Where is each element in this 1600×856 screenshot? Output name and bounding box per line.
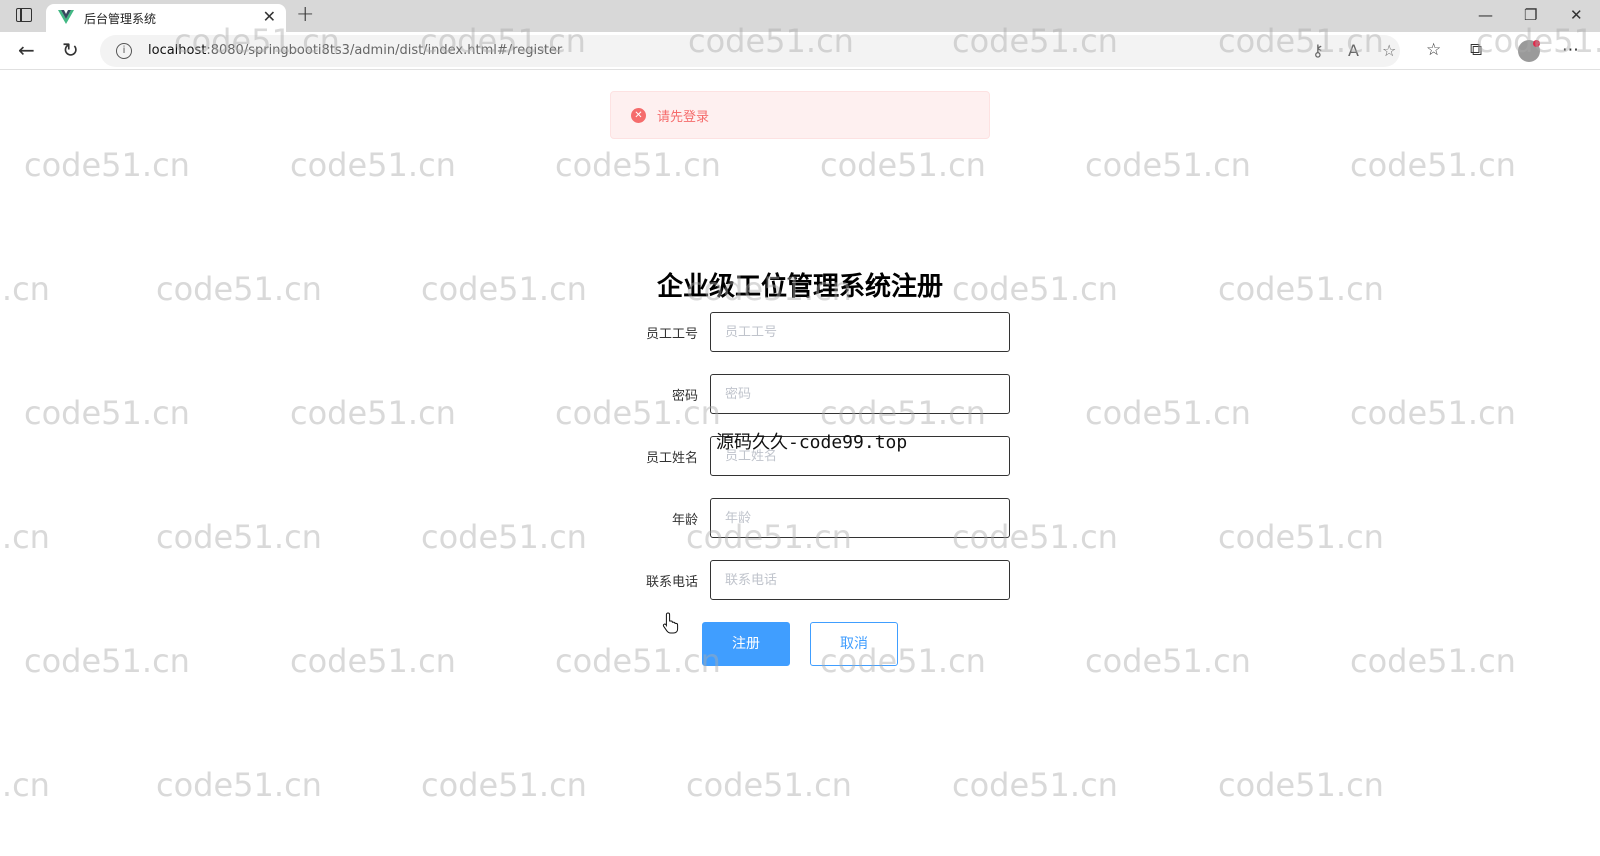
info-icon[interactable]: i xyxy=(116,43,132,59)
watermark: code51.cn xyxy=(555,146,721,184)
watermark: code51.cn xyxy=(555,642,721,680)
watermark: code51.cn xyxy=(0,766,50,804)
register-button[interactable]: 注册 xyxy=(702,622,790,666)
password-label: 密码 xyxy=(671,389,698,404)
more-menu-icon[interactable]: ⋯ xyxy=(1562,38,1579,62)
form-row-password: 密码 xyxy=(600,374,1020,414)
error-circle-icon: ✕ xyxy=(631,108,646,123)
watermark: code51.cn xyxy=(156,766,322,804)
watermark: code51.cn xyxy=(686,766,852,804)
form-row-phone: 联系电话 xyxy=(600,560,1020,600)
url-text[interactable]: localhost:8080/springbooti8ts3/admin/dis… xyxy=(148,43,562,58)
error-message: ✕ 请先登录 xyxy=(610,91,990,139)
employee-id-input[interactable] xyxy=(710,312,1010,352)
back-arrow-icon[interactable]: ← xyxy=(18,38,35,62)
browser-tab[interactable]: 后台管理系统 ✕ xyxy=(46,4,286,32)
new-tab-icon[interactable]: + xyxy=(296,3,314,27)
password-input[interactable] xyxy=(710,374,1010,414)
phone-label: 联系电话 xyxy=(645,575,698,590)
watermark: code51.cn xyxy=(1350,146,1516,184)
watermark: code51.cn xyxy=(24,394,190,432)
watermark: code51.cn xyxy=(290,394,456,432)
notification-dot xyxy=(1533,40,1540,47)
key-icon[interactable]: ⚷ xyxy=(1312,41,1324,61)
age-label: 年龄 xyxy=(671,513,698,528)
watermark: code51.cn xyxy=(952,270,1118,308)
watermark: code51.cn xyxy=(1085,394,1251,432)
form-row-age: 年龄 xyxy=(600,498,1020,538)
error-message-text: 请先登录 xyxy=(657,110,710,125)
read-aloud-icon[interactable]: A xyxy=(1348,41,1359,61)
minimize-icon[interactable]: — xyxy=(1478,4,1493,26)
cancel-button[interactable]: 取消 xyxy=(810,622,898,666)
form-row-employee-id: 员工工号 xyxy=(600,312,1020,352)
watermark: code51.cn xyxy=(421,766,587,804)
watermark: code51.cn xyxy=(1350,394,1516,432)
watermark: code51.cn xyxy=(421,270,587,308)
watermark: code51.cn xyxy=(0,270,50,308)
add-favorite-icon[interactable]: ☆ xyxy=(1382,41,1396,61)
collections-icon[interactable]: ⧉ xyxy=(1470,38,1482,62)
watermark: code51.cn xyxy=(820,146,986,184)
watermark: code51.cn xyxy=(1085,146,1251,184)
watermark: code51.cn xyxy=(421,518,587,556)
watermark: code51.cn xyxy=(1218,766,1384,804)
close-window-icon[interactable]: ✕ xyxy=(1570,4,1583,26)
browser-chrome: 后台管理系统 ✕ + — ❐ ✕ ← ↻ i localhost:8080/sp… xyxy=(0,0,1600,71)
watermark: code51.cn xyxy=(1218,518,1384,556)
watermark: code51.cn xyxy=(1085,642,1251,680)
tab-actions-icon[interactable] xyxy=(16,8,32,22)
employee-name-label: 员工姓名 xyxy=(645,451,698,466)
favorites-icon[interactable]: ☆ xyxy=(1426,38,1441,62)
watermark: code51.cn xyxy=(1350,642,1516,680)
watermark: code51.cn xyxy=(290,642,456,680)
watermark: code51.cn xyxy=(24,146,190,184)
tab-bar: 后台管理系统 ✕ + — ❐ ✕ xyxy=(0,0,1600,32)
watermark: code51.cn xyxy=(952,766,1118,804)
restore-icon[interactable]: ❐ xyxy=(1524,4,1537,26)
tab-title: 后台管理系统 xyxy=(84,12,157,26)
watermark: code51.cn xyxy=(156,270,322,308)
watermark: code51.cn xyxy=(24,642,190,680)
watermark: code51.cn xyxy=(0,518,50,556)
phone-input[interactable] xyxy=(710,560,1010,600)
overlay-watermark-text: 源码久久-code99.top xyxy=(716,432,908,453)
hand-cursor-icon xyxy=(662,612,679,634)
watermark: code51.cn xyxy=(290,146,456,184)
vue-logo-icon xyxy=(58,10,74,24)
reload-icon[interactable]: ↻ xyxy=(62,38,79,62)
close-tab-icon[interactable]: ✕ xyxy=(263,7,276,27)
watermark: code51.cn xyxy=(1218,270,1384,308)
age-input[interactable] xyxy=(710,498,1010,538)
page-title: 企业级工位管理系统注册 xyxy=(656,272,943,302)
url-box[interactable]: i localhost:8080/springbooti8ts3/admin/d… xyxy=(100,35,1400,67)
watermark: code51.cn xyxy=(156,518,322,556)
address-bar: ← ↻ i localhost:8080/springbooti8ts3/adm… xyxy=(0,32,1600,70)
employee-id-label: 员工工号 xyxy=(645,327,698,342)
